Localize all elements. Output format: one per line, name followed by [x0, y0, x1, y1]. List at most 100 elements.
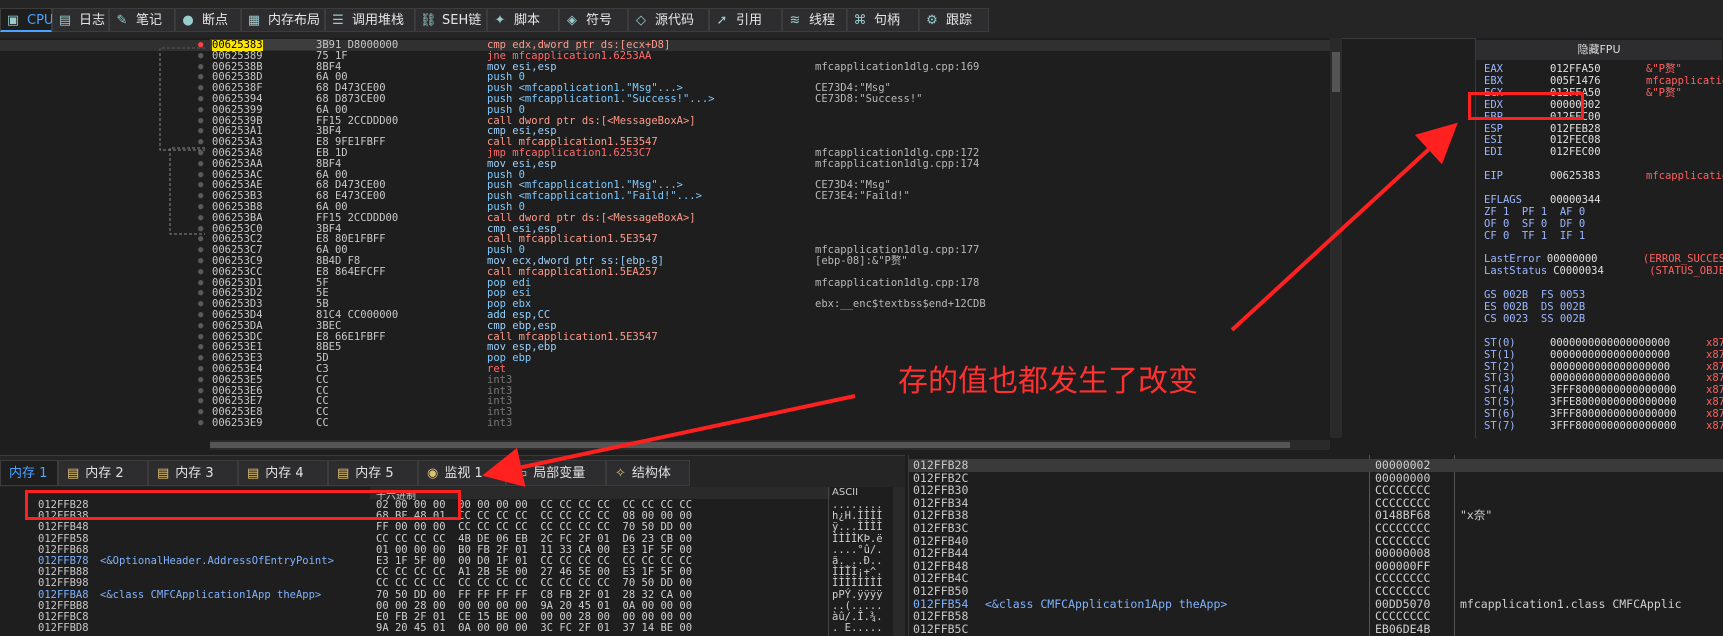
tab-3[interactable]: ✎ 笔记 — [109, 8, 175, 32]
tab-1[interactable]: ▣ CPU — [0, 8, 53, 32]
disasm-row[interactable]: ● 006253C0 3BF4 cmp esi,esp — [0, 223, 1330, 235]
breakpoint-dot-icon[interactable]: ● — [198, 83, 203, 94]
dump-tab-6[interactable]: ◉ 监视 1 — [418, 460, 506, 486]
tab-2[interactable]: ▤ 日志 — [52, 8, 109, 32]
register-name[interactable]: ST(0) — [1484, 337, 1544, 349]
hide-fpu-button[interactable]: 隐藏FPU — [1476, 40, 1722, 60]
register-value[interactable]: 00000344 — [1550, 194, 1640, 206]
register-value[interactable]: 012FEC08 — [1550, 135, 1640, 146]
register-name[interactable]: OF 0 SF 0 DF 0 — [1484, 218, 1585, 230]
breakpoint-dot-icon[interactable]: ● — [198, 72, 203, 83]
breakpoint-dot-icon[interactable]: ● — [198, 116, 203, 127]
register-value[interactable]: 3FFF8000000000000000 — [1550, 409, 1700, 420]
register-name[interactable]: GS 002B FS 0053 — [1484, 290, 1585, 301]
tab-6[interactable]: ☰ 调用堆栈 — [325, 8, 415, 32]
disasm-row[interactable]: ● 006253C2 E8 80E1FBFF call mfcapplication1… — [0, 234, 1330, 245]
dump-tab-1[interactable]: 内存 1 — [0, 460, 58, 486]
register-value[interactable]: 0000000000000000000 — [1550, 337, 1700, 349]
register-name[interactable]: ST(4) — [1484, 385, 1544, 396]
dump-tab-3[interactable]: ▤ 内存 3 — [148, 460, 238, 486]
breakpoint-dot-icon[interactable]: ● — [198, 332, 203, 343]
register-value[interactable]: 0000000000000000000 — [1550, 373, 1700, 384]
register-name[interactable]: ST(2) — [1484, 361, 1544, 373]
register-name[interactable]: CS 0023 SS 002B — [1484, 313, 1585, 325]
breakpoint-dot-icon[interactable]: ● — [198, 170, 203, 181]
register-name[interactable]: ESI — [1484, 135, 1544, 146]
register-name[interactable]: ES 002B DS 002B — [1484, 302, 1585, 313]
tab-11[interactable]: ➚ 引用 — [709, 8, 782, 32]
register-name[interactable]: ST(1) — [1484, 349, 1544, 361]
disasm-row[interactable]: ● 00625383 3B91 D8000000 cmp edx,dword ptr … — [0, 40, 1330, 51]
dump-address[interactable]: 012FFB98 — [38, 578, 89, 589]
disasm-row[interactable]: ● 006253BA FF15 2CCDDD00 call dword ptr ds:… — [0, 212, 1330, 224]
disasm-row[interactable]: ● 006253E9 CC int3 — [0, 418, 1330, 429]
register-value[interactable]: 012FFA50 — [1550, 64, 1640, 75]
breakpoint-dot-icon[interactable]: ● — [198, 105, 203, 116]
dump-tab-4[interactable]: ▤ 内存 4 — [238, 460, 328, 486]
breakpoint-dot-icon[interactable]: ● — [198, 353, 203, 364]
breakpoint-dot-icon[interactable]: ● — [198, 245, 203, 256]
tab-8[interactable]: ✦ 脚本 — [487, 8, 559, 32]
tab-12[interactable]: ≋ 线程 — [782, 8, 847, 32]
register-value[interactable]: 0000000000000000000 — [1550, 349, 1700, 361]
breakpoint-dot-icon[interactable]: ● — [198, 202, 203, 213]
register-value[interactable]: 00625383 — [1550, 171, 1640, 182]
dump-vscroll[interactable] — [893, 487, 905, 636]
breakpoint-dot-icon[interactable]: ● — [198, 364, 203, 375]
breakpoint-dot-icon[interactable]: ● — [198, 224, 203, 235]
register-name[interactable]: ST(5) — [1484, 397, 1544, 408]
breakpoint-dot-icon[interactable]: ● — [198, 418, 203, 429]
register-value[interactable]: 012FEC00 — [1550, 147, 1640, 158]
register-name[interactable]: ST(3) — [1484, 373, 1544, 384]
register-name[interactable]: LastError — [1484, 254, 1541, 265]
register-name[interactable]: ST(7) — [1484, 421, 1544, 432]
dump-hex[interactable]: 70 50 DD 00 FF FF FF FF C8 FB 2F 01 28 3… — [376, 589, 692, 601]
dump-address[interactable]: 012FFBA8 — [38, 589, 89, 601]
disasm-row[interactable]: ● 0062538B 8BF4 mov esi,esp mfcapplication1d… — [0, 61, 1330, 73]
breakpoint-dot-icon[interactable]: ● — [198, 191, 203, 202]
breakpoint-dot-icon[interactable]: ● — [198, 321, 203, 332]
register-name[interactable]: EDI — [1484, 147, 1544, 158]
dump-tab-2[interactable]: ▤ 内存 2 — [58, 460, 148, 486]
tab-10[interactable]: ◇ 源代码 — [628, 8, 709, 32]
breakpoint-dot-icon[interactable]: ● — [198, 342, 203, 353]
register-name[interactable]: CF 0 TF 1 IF 1 — [1484, 230, 1585, 242]
dump-hex[interactable]: CC CC CC CC 4B DE 06 EB 2C FC 2F 01 D6 2… — [376, 533, 692, 545]
disasm-row[interactable]: ● 00625389 75 1F jne mfcapplication1.6253AA — [0, 50, 1330, 62]
disasm-row[interactable]: ● 006253A8 EB 1D jmp mfcapplication1.6253C7… — [0, 148, 1330, 159]
disassembly-hscroll[interactable] — [210, 440, 1330, 450]
register-name[interactable]: ESP — [1484, 123, 1544, 135]
register-value[interactable]: 00000000 — [1547, 254, 1637, 265]
breakpoint-dot-icon[interactable]: ● — [198, 126, 203, 137]
disasm-row[interactable]: ● 00625394 68 D873CE00 push <mfcapplication… — [0, 94, 1330, 105]
disasm-row[interactable]: ● 006253A3 E8 9FE1FBFF call mfcapplication1… — [0, 137, 1330, 148]
dump-tab-5[interactable]: ▤ 内存 5 — [328, 460, 418, 486]
disasm-row[interactable]: ● 006253D1 5F pop edi mfcapplication1dlg.cpp… — [0, 277, 1330, 289]
register-value[interactable]: 005F1476 — [1550, 75, 1640, 87]
breakpoint-dot-icon[interactable]: ● — [198, 288, 203, 299]
breakpoint-dot-icon[interactable]: ● — [198, 213, 203, 224]
dump-address[interactable]: 012FFB48 — [38, 522, 89, 533]
breakpoint-dot-icon[interactable]: ● — [198, 62, 203, 73]
register-value[interactable]: 3FFF8000000000000000 — [1550, 421, 1700, 432]
disasm-row[interactable]: ● 006253E8 CC int3 — [0, 407, 1330, 418]
breakpoint-dot-icon[interactable]: ● — [198, 407, 203, 418]
breakpoint-dot-icon[interactable]: ● — [198, 396, 203, 407]
disasm-row[interactable]: ● 006253A1 3BF4 cmp esi,esp — [0, 126, 1330, 137]
disasm-row[interactable]: ● 006253AA 8BF4 mov esi,esp mfcapplication1d… — [0, 158, 1330, 170]
stack-view[interactable]: 012FFB28 00000002 012FFB2C 00000000 012FFB30… — [908, 455, 1723, 636]
register-value[interactable]: 012FEB28 — [1550, 123, 1640, 135]
register-value[interactable]: 3FFF8000000000000000 — [1550, 385, 1700, 396]
breakpoint-dot-icon[interactable]: ● — [198, 267, 203, 278]
tab-4[interactable]: ● 断点 — [175, 8, 241, 32]
stack-value[interactable]: EB06DE4B — [1375, 622, 1430, 636]
disasm-row[interactable]: ● 006253D4 81C4 CC000000 add esp,CC — [0, 310, 1330, 321]
register-value[interactable]: 3FFE8000000000000000 — [1550, 397, 1700, 408]
breakpoint-dot-icon[interactable]: ● — [198, 40, 203, 51]
tab-7[interactable]: ⛓ SEH链 — [415, 8, 487, 32]
disassembly-vscroll[interactable] — [1330, 38, 1342, 438]
disasm-row[interactable]: ● 006253E1 8BE5 mov esp,ebp — [0, 342, 1330, 353]
breakpoint-dot-icon[interactable]: ● — [198, 386, 203, 397]
register-name[interactable]: ST(6) — [1484, 409, 1544, 420]
breakpoint-dot-icon[interactable]: ● — [198, 278, 203, 289]
